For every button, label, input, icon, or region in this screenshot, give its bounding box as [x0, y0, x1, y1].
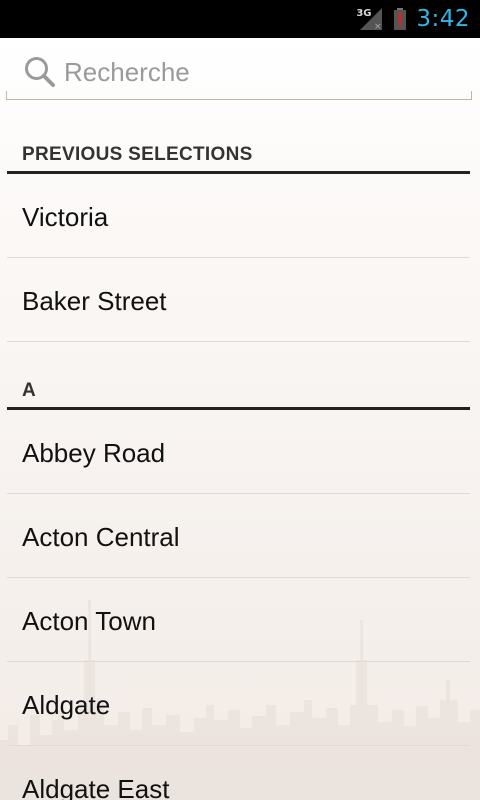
- list-item-label: Victoria: [22, 202, 109, 232]
- list-item-label: Acton Town: [22, 606, 156, 636]
- search-icon[interactable]: [24, 56, 56, 88]
- list-item-label: Acton Central: [22, 522, 180, 552]
- clock: 3:42: [416, 6, 470, 32]
- list-item-abbey-road[interactable]: Abbey Road: [7, 410, 470, 494]
- list-item-label: Abbey Road: [22, 438, 166, 468]
- search-underline-left-edge: [6, 91, 7, 99]
- list-item-aldgate[interactable]: Aldgate: [7, 662, 470, 746]
- search-underline-right-edge: [471, 91, 472, 99]
- signal-bars-icon: ×: [360, 8, 383, 30]
- section-title: A: [22, 380, 37, 401]
- list-item-label: Aldgate East: [22, 774, 170, 800]
- list-item-aldgate-east[interactable]: Aldgate East: [7, 746, 470, 800]
- battery-alert-icon: [394, 8, 407, 30]
- section-header-previous-selections: PREVIOUS SELECTIONS: [7, 138, 470, 174]
- status-bar: 3G × 3:42: [0, 0, 480, 38]
- section-title: PREVIOUS SELECTIONS: [22, 144, 253, 165]
- list-item-acton-town[interactable]: Acton Town: [7, 578, 470, 662]
- list-item-label: Aldgate: [22, 690, 111, 720]
- search-bar: [6, 38, 472, 100]
- list-item-victoria[interactable]: Victoria: [7, 174, 470, 258]
- section-header-a: A: [7, 374, 470, 410]
- list-item-label: Baker Street: [22, 286, 167, 316]
- station-list-screen: PREVIOUS SELECTIONS Victoria Baker Stree…: [0, 38, 480, 800]
- svg-text:×: ×: [374, 22, 382, 30]
- list-item-baker-street[interactable]: Baker Street: [7, 258, 470, 342]
- search-input[interactable]: [64, 50, 454, 94]
- list-item-acton-central[interactable]: Acton Central: [7, 494, 470, 578]
- network-signal-icon: 3G ×: [356, 6, 383, 32]
